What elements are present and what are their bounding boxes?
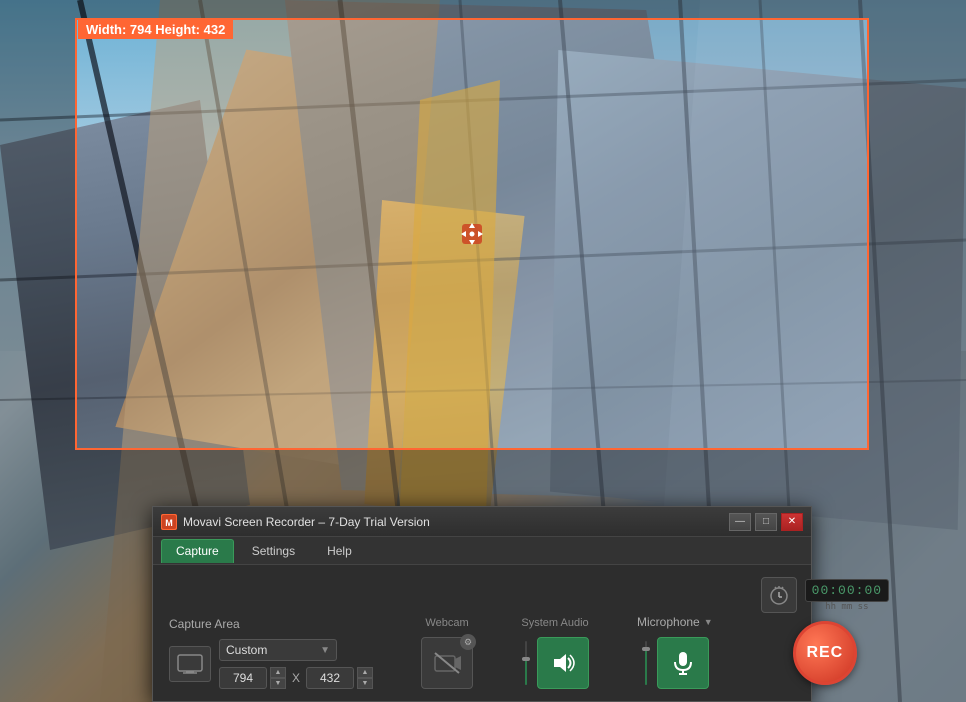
system-audio-label: System Audio	[521, 617, 588, 629]
microphone-dropdown-arrow[interactable]: ▼	[704, 617, 713, 627]
capture-size-label: Width: 794 Height: 432	[78, 20, 233, 39]
dropdown-arrow: ▼	[320, 645, 330, 656]
microphone-label: Microphone	[637, 615, 700, 629]
preset-value: Custom	[226, 643, 320, 657]
capture-area-controls: Custom ▼ ▲ ▼ X ▲ ▼	[169, 639, 373, 689]
capture-area-label: Capture Area	[169, 617, 373, 631]
app-window: M Movavi Screen Recorder – 7-Day Trial V…	[152, 506, 812, 702]
screen-icon-button[interactable]	[169, 646, 211, 682]
main-content: Capture Area Custom ▼	[153, 565, 811, 701]
height-input[interactable]	[306, 667, 354, 689]
maximize-button[interactable]: □	[755, 513, 777, 531]
minimize-button[interactable]: —	[729, 513, 751, 531]
move-cursor-icon[interactable]	[457, 219, 487, 249]
rec-button[interactable]: REC	[793, 621, 857, 685]
height-up-button[interactable]: ▲	[357, 667, 373, 678]
system-audio-slider-area[interactable]	[521, 637, 531, 689]
preset-dropdown[interactable]: Custom ▼	[219, 639, 337, 661]
width-spinner: ▲ ▼	[270, 667, 286, 689]
tab-help[interactable]: Help	[313, 539, 366, 563]
tab-settings[interactable]: Settings	[238, 539, 309, 563]
dim-overlay-left	[0, 18, 75, 450]
window-title: Movavi Screen Recorder – 7-Day Trial Ver…	[183, 515, 729, 529]
timer-icon-button[interactable]	[761, 577, 797, 613]
dropdown-container: Custom ▼ ▲ ▼ X ▲ ▼	[219, 639, 373, 689]
title-bar: M Movavi Screen Recorder – 7-Day Trial V…	[153, 507, 811, 537]
tab-capture[interactable]: Capture	[161, 539, 234, 563]
app-icon: M	[161, 514, 177, 530]
rec-label: REC	[806, 644, 843, 662]
timer-sub-label: hh mm ss	[825, 602, 868, 612]
webcam-section: Webcam ⚙	[421, 617, 473, 689]
menu-bar: Capture Settings Help	[153, 537, 811, 565]
svg-text:M: M	[165, 518, 173, 528]
height-down-button[interactable]: ▼	[357, 678, 373, 689]
height-spinner: ▲ ▼	[357, 667, 373, 689]
dim-overlay-right	[869, 18, 966, 450]
window-controls: — □ ✕	[729, 513, 803, 531]
system-audio-button[interactable]	[537, 637, 589, 689]
dimension-row: ▲ ▼ X ▲ ▼	[219, 667, 373, 689]
width-up-button[interactable]: ▲	[270, 667, 286, 678]
microphone-button[interactable]	[657, 637, 709, 689]
close-button[interactable]: ✕	[781, 513, 803, 531]
width-down-button[interactable]: ▼	[270, 678, 286, 689]
width-input[interactable]	[219, 667, 267, 689]
timer-display: 00:00:00	[805, 579, 889, 602]
timer-display-area: 00:00:00 hh mm ss	[805, 579, 889, 612]
webcam-gear-badge: ⚙	[460, 634, 476, 650]
dimension-separator: X	[292, 671, 300, 685]
capture-area-section: Capture Area Custom ▼	[169, 617, 373, 689]
webcam-label: Webcam	[425, 617, 468, 629]
webcam-button[interactable]: ⚙	[421, 637, 473, 689]
timer-section: 00:00:00 hh mm ss REC	[761, 577, 889, 689]
microphone-label-row: Microphone ▼	[637, 615, 713, 629]
dim-overlay-top	[0, 0, 966, 18]
system-audio-section: System Audio	[521, 617, 589, 689]
microphone-section: Microphone ▼	[637, 615, 713, 689]
microphone-slider-area[interactable]	[641, 637, 651, 689]
